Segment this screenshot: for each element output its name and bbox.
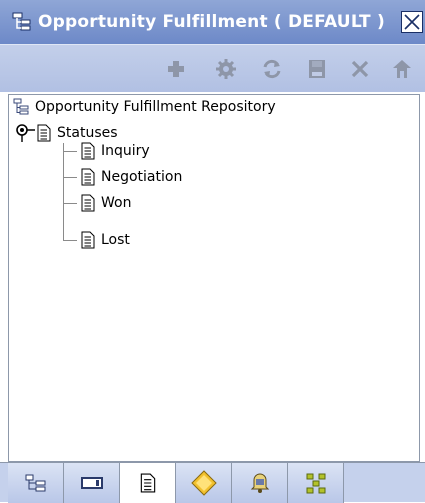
title-bar: Opportunity Fulfillment ( DEFAULT ) [0,0,425,44]
add-icon [168,61,184,77]
toolbar [0,44,425,92]
tab-bar [0,462,425,503]
save-button[interactable] [305,57,329,81]
document-icon [37,124,51,142]
tree-connector [63,177,77,178]
tree-node-label: Won [101,195,132,211]
document-icon [81,168,95,186]
tree-connector [63,143,64,241]
tree-node-inquiry[interactable]: Inquiry [81,141,150,161]
refresh-icon [263,59,281,79]
tab-documents[interactable] [120,463,176,503]
export-icon [393,60,411,78]
network-icon [306,473,325,494]
close-icon [404,14,420,30]
tree-connector [63,240,77,241]
tree-node-label: Inquiry [101,143,150,159]
tab-network[interactable] [288,463,344,503]
save-icon [309,60,325,78]
close-button[interactable] [401,11,423,33]
tree-connector [63,151,77,152]
window-icon [80,477,103,489]
export-button[interactable] [390,57,414,81]
tree-node-won[interactable]: Won [81,193,131,213]
tree-root-label: Opportunity Fulfillment Repository [35,99,276,115]
delete-button[interactable] [348,57,372,81]
add-button[interactable] [164,57,188,81]
tree-node-label: Statuses [57,125,118,141]
tab-rules[interactable] [176,463,232,503]
expanded-toggle-icon[interactable] [15,123,37,143]
tab-forms[interactable] [64,463,120,503]
tree-node-label: Lost [101,232,130,248]
bell-icon [250,473,269,493]
settings-button[interactable] [214,57,238,81]
tree-panel: Opportunity Fulfillment Repository Statu… [8,94,420,462]
document-icon [81,231,95,249]
hierarchy-icon [25,474,45,492]
tree-node-statuses[interactable]: Statuses [15,123,118,143]
delete-icon [351,60,369,78]
window-title: Opportunity Fulfillment ( DEFAULT ) [38,12,385,32]
diamond-icon [190,470,217,496]
tree-node-label: Negotiation [101,169,183,185]
tree-structure-icon [12,12,31,31]
tree-node-negotiation[interactable]: Negotiation [81,167,182,187]
document-icon [140,473,155,493]
tree-root-node[interactable]: Opportunity Fulfillment Repository [13,97,276,117]
tree-structure-icon [13,98,29,115]
refresh-button[interactable] [260,57,284,81]
document-icon [81,194,95,212]
document-icon [81,142,95,160]
tab-alerts[interactable] [232,463,288,503]
gear-icon [216,59,236,79]
tree-connector [63,203,77,204]
tree-node-lost[interactable]: Lost [81,230,130,250]
tab-hierarchy[interactable] [8,463,64,503]
